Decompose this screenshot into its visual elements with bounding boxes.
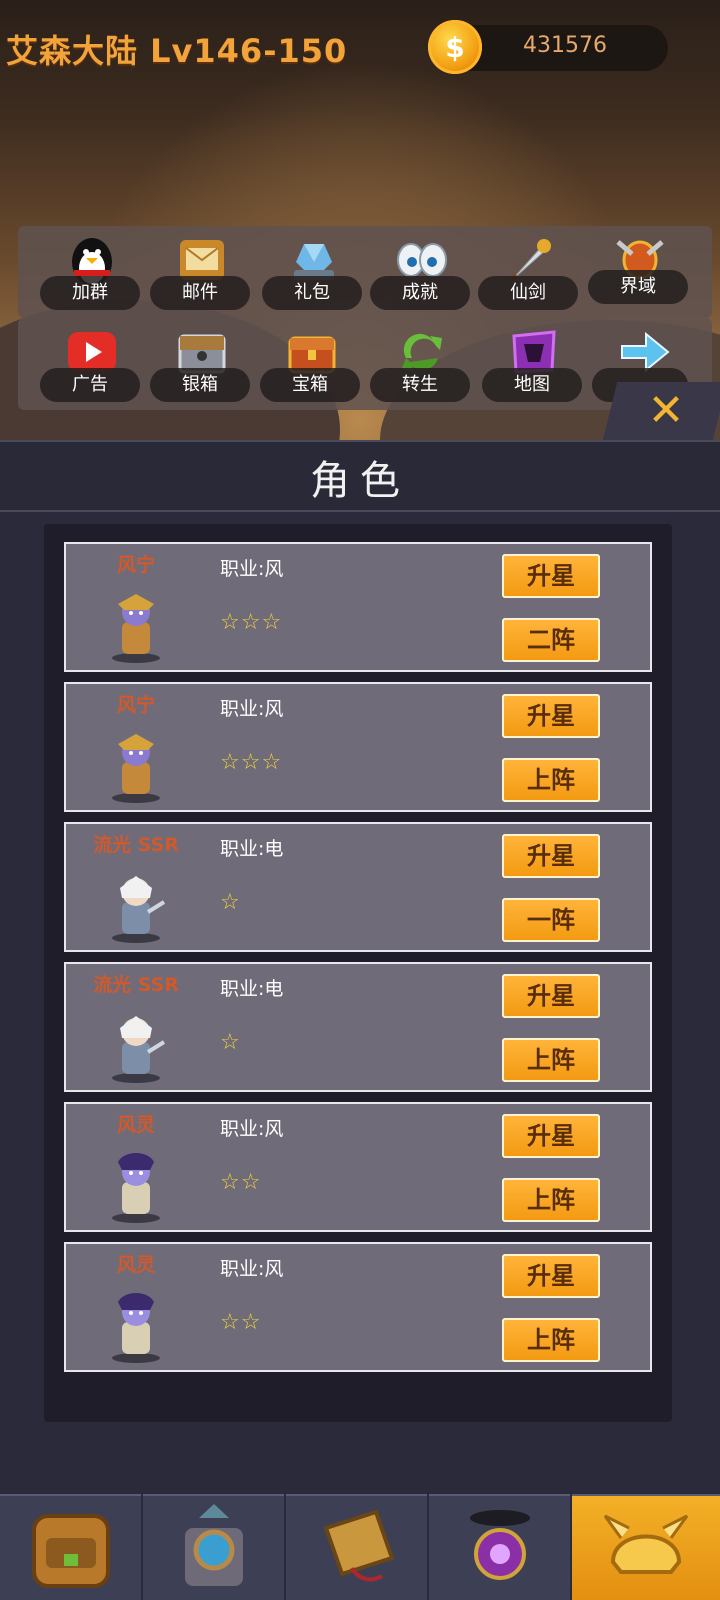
menu-mail[interactable]: 邮件 bbox=[148, 226, 252, 318]
bottom-tab-bar bbox=[0, 1494, 720, 1600]
formation-button[interactable]: 上阵 bbox=[502, 758, 600, 802]
magic-orb-icon bbox=[445, 1498, 555, 1598]
menu-label: 地图 bbox=[482, 368, 582, 402]
character-avatar bbox=[104, 588, 168, 664]
character-name: 风宁 bbox=[116, 694, 155, 716]
tab-backpack[interactable] bbox=[0, 1494, 141, 1600]
coin-count: 431576 bbox=[523, 33, 607, 58]
menu-row-1: 加群 邮件 礼包 成就 仙剑 界域 bbox=[18, 226, 712, 318]
character-job: 职业:风 bbox=[220, 1118, 284, 1140]
character-card: 流光 SSR 职业:电 ☆ 升星 上阵 bbox=[64, 962, 652, 1092]
menu-label: 广告 bbox=[40, 368, 140, 402]
character-name: 风灵 bbox=[116, 1114, 155, 1136]
upgrade-star-button[interactable]: 升星 bbox=[502, 554, 600, 598]
character-avatar bbox=[104, 1008, 168, 1084]
portal-icon bbox=[159, 1498, 269, 1598]
upgrade-star-button[interactable]: 升星 bbox=[502, 1114, 600, 1158]
character-job: 职业:电 bbox=[220, 978, 284, 1000]
character-stars: ☆ bbox=[220, 890, 241, 915]
helmet-icon bbox=[591, 1498, 701, 1598]
character-card: 流光 SSR 职业:电 ☆ 升星 一阵 bbox=[64, 822, 652, 952]
character-card: 风宁 职业:风 ☆☆☆ 升星 二阵 bbox=[64, 542, 652, 672]
tab-portal[interactable] bbox=[143, 1494, 284, 1600]
character-avatar bbox=[104, 868, 168, 944]
menu-join-group[interactable]: 加群 bbox=[38, 226, 142, 318]
tab-scroll[interactable] bbox=[286, 1494, 427, 1600]
close-button[interactable]: ✕ bbox=[626, 384, 706, 438]
upgrade-star-button[interactable]: 升星 bbox=[502, 834, 600, 878]
menu-label: 界域 bbox=[588, 270, 688, 304]
character-job: 职业:风 bbox=[220, 558, 284, 580]
formation-button[interactable]: 上阵 bbox=[502, 1318, 600, 1362]
upgrade-star-button[interactable]: 升星 bbox=[502, 694, 600, 738]
character-stars: ☆☆ bbox=[220, 1310, 262, 1335]
tab-helmet[interactable] bbox=[572, 1494, 720, 1600]
formation-button[interactable]: 上阵 bbox=[502, 1038, 600, 1082]
menu-label: 邮件 bbox=[150, 276, 250, 310]
upgrade-star-button[interactable]: 升星 bbox=[502, 1254, 600, 1298]
upgrade-star-button[interactable]: 升星 bbox=[502, 974, 600, 1018]
character-card: 风灵 职业:风 ☆☆ 升星 上阵 bbox=[64, 1102, 652, 1232]
menu-label: 银箱 bbox=[150, 368, 250, 402]
menu-rebirth[interactable]: 转生 bbox=[368, 318, 472, 410]
menu-ads[interactable]: 广告 bbox=[38, 318, 142, 410]
menu-silver-chest[interactable]: 银箱 bbox=[148, 318, 252, 410]
character-card: 风宁 职业:风 ☆☆☆ 升星 上阵 bbox=[64, 682, 652, 812]
scroll-icon bbox=[302, 1498, 412, 1598]
character-stars: ☆☆☆ bbox=[220, 610, 283, 635]
character-name: 风灵 bbox=[116, 1254, 155, 1276]
menu-gift-pack[interactable]: 礼包 bbox=[260, 226, 364, 318]
character-avatar bbox=[104, 1288, 168, 1364]
backpack-icon bbox=[16, 1498, 126, 1598]
character-avatar bbox=[104, 728, 168, 804]
menu-immortal-sword[interactable]: 仙剑 bbox=[476, 226, 580, 318]
character-job: 职业:风 bbox=[220, 698, 284, 720]
character-stars: ☆ bbox=[220, 1030, 241, 1055]
menu-realm[interactable]: 界域 bbox=[586, 226, 690, 318]
menu-row-2: 广告 银箱 宝箱 转生 地图 bbox=[18, 318, 712, 410]
menu-label: 加群 bbox=[40, 276, 140, 310]
character-job: 职业:电 bbox=[220, 838, 284, 860]
menu-label: 宝箱 bbox=[260, 368, 360, 402]
character-stars: ☆☆ bbox=[220, 1170, 262, 1195]
menu-achievement[interactable]: 成就 bbox=[368, 226, 472, 318]
coin-icon: $ bbox=[428, 20, 482, 74]
zone-title: 艾森大陆 Lv146-150 bbox=[6, 32, 348, 70]
character-job: 职业:风 bbox=[220, 1258, 284, 1280]
menu-label: 仙剑 bbox=[478, 276, 578, 310]
character-name: 流光 SSR bbox=[93, 974, 179, 996]
menu-treasure-chest[interactable]: 宝箱 bbox=[258, 318, 362, 410]
menu-label: 礼包 bbox=[262, 276, 362, 310]
formation-button[interactable]: 二阵 bbox=[502, 618, 600, 662]
character-name: 流光 SSR bbox=[93, 834, 179, 856]
character-avatar bbox=[104, 1148, 168, 1224]
character-name: 风宁 bbox=[116, 554, 155, 576]
formation-button[interactable]: 一阵 bbox=[502, 898, 600, 942]
menu-label: 成就 bbox=[370, 276, 470, 310]
menu-label: 转生 bbox=[370, 368, 470, 402]
panel-title: 角色 bbox=[310, 458, 410, 504]
tab-orb[interactable] bbox=[429, 1494, 570, 1600]
formation-button[interactable]: 上阵 bbox=[502, 1178, 600, 1222]
character-stars: ☆☆☆ bbox=[220, 750, 283, 775]
menu-map[interactable]: 地图 bbox=[480, 318, 584, 410]
character-card: 风灵 职业:风 ☆☆ 升星 上阵 bbox=[64, 1242, 652, 1372]
